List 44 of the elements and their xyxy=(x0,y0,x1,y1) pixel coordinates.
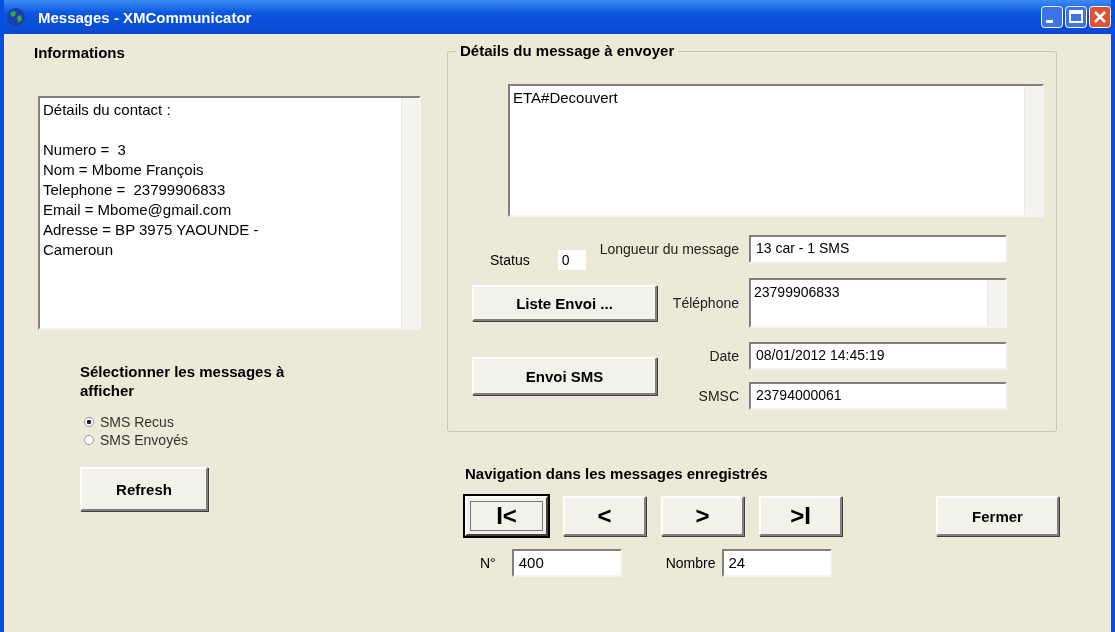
status-value: 0 xyxy=(557,250,586,270)
contact-line: Cameroun xyxy=(43,241,114,258)
phone-label: Téléphone xyxy=(671,295,740,311)
contact-heading: Détails du contact : xyxy=(43,101,171,118)
date-label: Date xyxy=(708,348,740,364)
section-title: Informations xyxy=(34,44,125,61)
navigation-button[interactable]: I< xyxy=(465,496,548,536)
send-sms-button[interactable]: Envoi SMS xyxy=(472,357,657,395)
scrollbar[interactable] xyxy=(401,98,419,328)
send-list-button[interactable]: Liste Envoi ... xyxy=(472,285,657,321)
close-icon[interactable] xyxy=(1089,6,1111,28)
radio-option[interactable]: SMS Recus xyxy=(80,414,174,430)
contact-line: Email = Mbome@gmail.com xyxy=(43,201,232,218)
length-field: 13 car - 1 SMS xyxy=(749,235,1007,263)
filter-title: Sélectionner les messages à afficher xyxy=(80,362,286,400)
globe-icon xyxy=(6,7,26,27)
close-button[interactable]: Fermer xyxy=(936,496,1059,536)
refresh-button[interactable]: Refresh xyxy=(80,467,208,511)
count-label: Nombre xyxy=(665,555,716,571)
message-field[interactable]: ETA#Decouvert xyxy=(508,84,1044,217)
contact-line: Adresse = BP 3975 YAOUNDE - xyxy=(43,221,259,238)
scrollbar[interactable] xyxy=(1024,86,1042,215)
phone-field[interactable]: 23799906833 xyxy=(749,278,1007,328)
navigation-button[interactable]: < xyxy=(563,496,646,536)
length-label: Longueur du message xyxy=(599,241,740,257)
count-field[interactable]: 24 xyxy=(721,549,832,577)
navigation-title: Navigation dans les messages enregistrés xyxy=(465,465,769,482)
number-field[interactable]: 400 xyxy=(511,549,622,577)
maximize-icon[interactable] xyxy=(1065,6,1087,28)
contact-line: Nom = Mbome François xyxy=(43,161,204,178)
radio-option[interactable]: SMS Envoyés xyxy=(80,432,188,448)
scrollbar[interactable] xyxy=(987,280,1005,326)
status-label: Status xyxy=(490,252,530,268)
navigation-button[interactable]: > xyxy=(661,496,744,536)
minimize-icon[interactable] xyxy=(1041,6,1063,28)
date-field[interactable]: 08/01/2012 14:45:19 xyxy=(749,342,1007,370)
window-title: Messages - XMCommunicator xyxy=(38,8,252,26)
smsc-label: SMSC xyxy=(697,388,740,404)
number-label: N° xyxy=(480,555,496,571)
navigation-button[interactable]: >I xyxy=(759,496,842,536)
smsc-field[interactable]: 23794000061 xyxy=(749,382,1007,410)
contact-line: Numero = 3 xyxy=(43,141,126,158)
group-legend: Détails du message à envoyer xyxy=(456,42,679,59)
contact-line: Telephone = 23799906833 xyxy=(43,181,226,198)
